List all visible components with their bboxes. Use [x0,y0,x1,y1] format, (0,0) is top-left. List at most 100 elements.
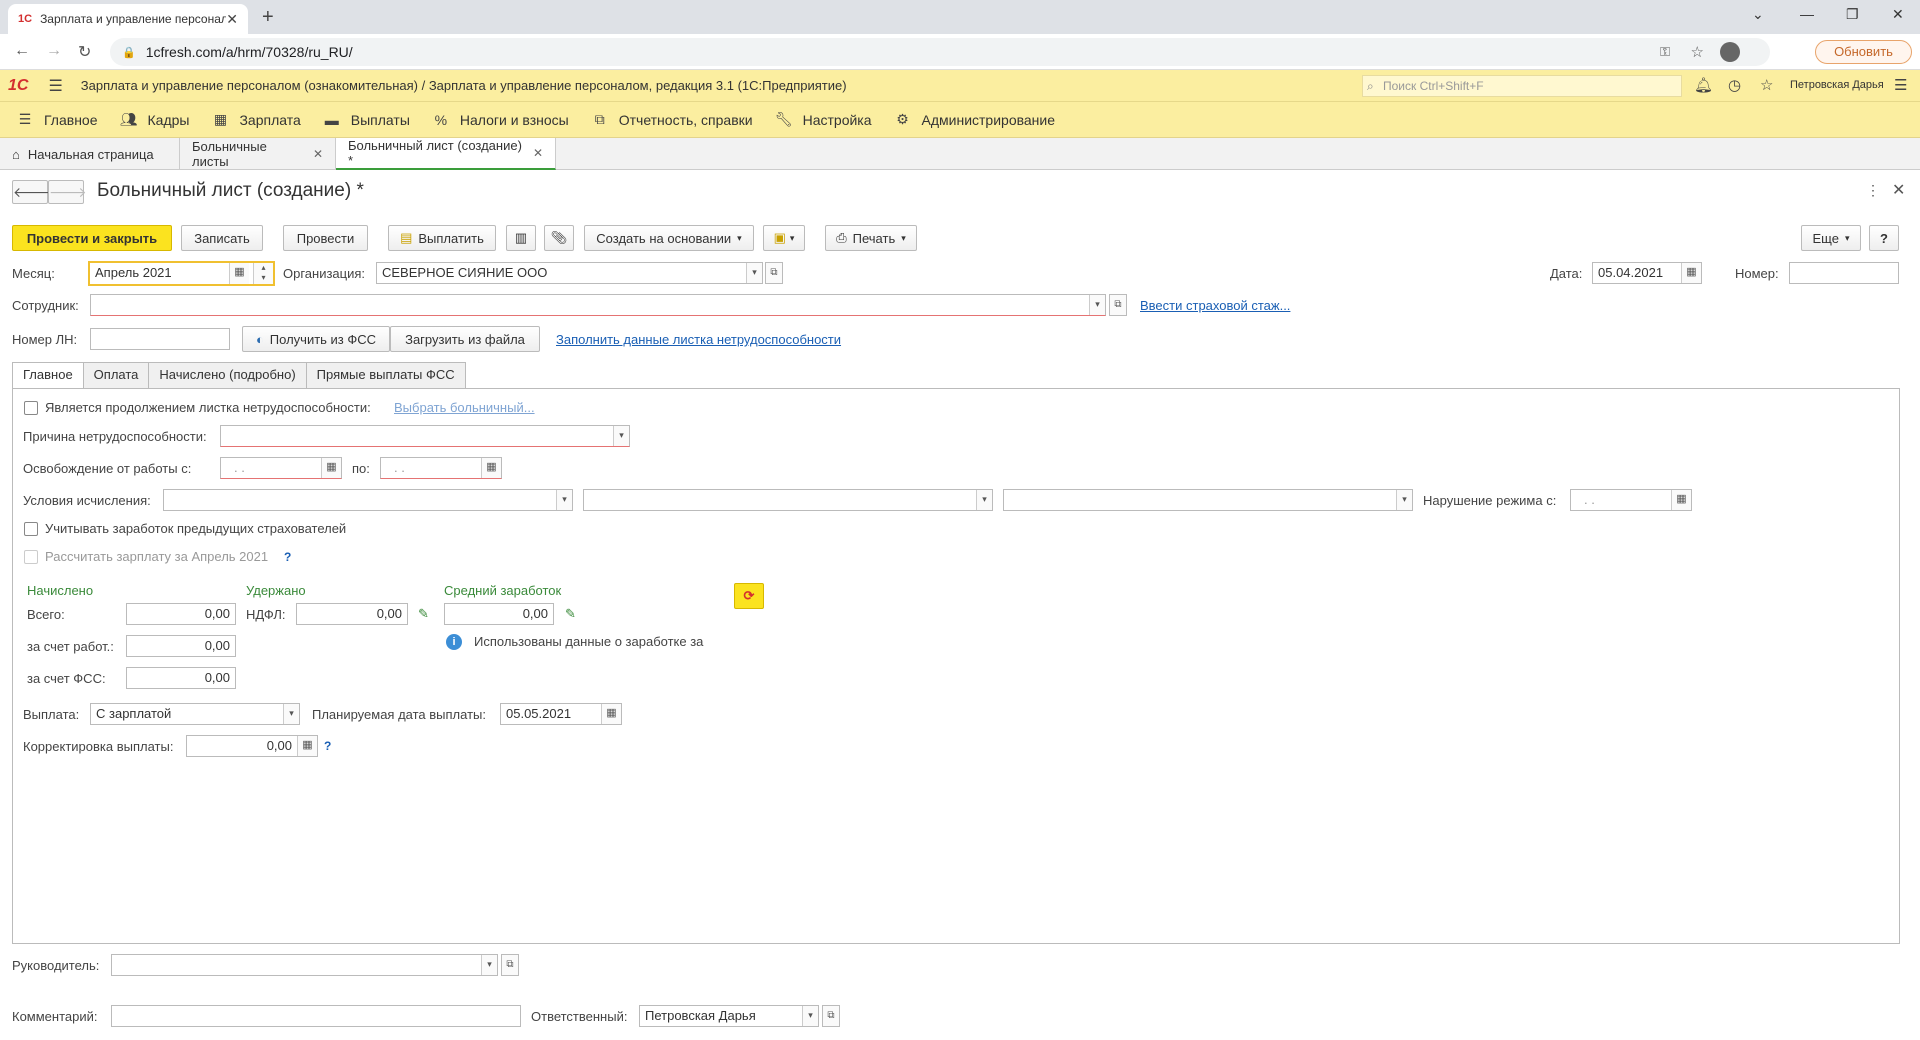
reload-icon[interactable]: ↻ [78,42,91,62]
history-icon[interactable]: ◷ [1728,76,1741,94]
open-icon[interactable]: ⧉ [1109,294,1127,316]
release-from-field[interactable]: . . ▦ [220,457,342,479]
head-field[interactable]: ▾ [111,954,498,976]
help-button[interactable]: ? [1869,225,1899,251]
ln-number-field[interactable] [90,328,230,350]
attach-icon[interactable]: 📎︎ [544,225,574,251]
calendar-icon[interactable]: ▦ [1671,490,1691,510]
register-icon[interactable]: ▥ [506,225,536,251]
more-button[interactable]: Еще ▾ [1801,225,1861,251]
pay-button[interactable]: ▤ Выплатить [388,225,496,251]
print-button[interactable]: ⎙ Печать ▾ [825,225,917,251]
help-question-icon[interactable]: ? [284,550,291,564]
month-field[interactable]: Апрель 2021 ▦ ▴ ▾ [88,261,275,286]
close-window-icon[interactable]: ✕ [1892,6,1904,23]
conditions-field-1[interactable]: ▾ [163,489,573,511]
tab-search-icon[interactable]: ⌄ [1752,6,1764,23]
recalculate-icon[interactable]: ⟳ [734,583,764,609]
forward-icon[interactable]: → [46,42,62,60]
calendar-icon[interactable]: ▦ [601,704,621,724]
calendar-icon[interactable]: ▦ [321,458,341,478]
favorites-star-icon[interactable]: ☆ [1760,76,1773,94]
planned-date-field[interactable]: 05.05.2021 ▦ [500,703,622,725]
menu-item-taxes[interactable]: % Налоги и взносы [432,112,569,128]
date-field[interactable]: 05.04.2021 ▦ [1592,262,1702,284]
main-menu-icon[interactable]: ☰ [48,76,62,96]
correction-field[interactable]: 0,00 ▦ [186,735,318,757]
current-user[interactable]: Петровская Дарья [1790,79,1884,91]
close-form-icon[interactable]: ✕ [1892,180,1905,200]
back-arrow-icon[interactable]: 🡐 [12,180,51,204]
back-icon[interactable]: ← [14,42,30,60]
fss-field[interactable]: 0,00 [126,667,236,689]
payout-field[interactable]: С зарплатой ▾ [90,703,300,725]
key-icon[interactable]: ⚿ [1660,44,1670,60]
stepper-icon[interactable]: ▴ ▾ [253,263,273,284]
insurance-experience-link[interactable]: Ввести страховой стаж... [1140,298,1290,313]
menu-item-main[interactable]: ☰ Главное [16,111,98,128]
menu-item-salary[interactable]: ▦ Зарплата [211,111,301,128]
ndfl-field[interactable]: 0,00 [296,603,408,625]
conditions-field-3[interactable]: ▾ [1003,489,1413,511]
get-from-fss-button[interactable]: ◐ Получить из ФСС [242,326,390,352]
conditions-field-2[interactable]: ▾ [583,489,993,511]
prev-insurers-checkbox[interactable] [24,522,38,536]
menu-item-admin[interactable]: ⚙ Администрирование [894,111,1055,128]
load-from-file-button[interactable]: Загрузить из файла [390,326,540,352]
close-tab-icon[interactable]: ✕ [226,11,238,28]
menu-item-hr[interactable]: 👥︎ Кадры [120,111,190,128]
settings-menu-icon[interactable]: ☰ [1894,76,1907,94]
avg-earnings-field[interactable]: 0,00 [444,603,554,625]
calendar-icon[interactable]: ▦ [1681,263,1701,283]
menu-item-reports[interactable]: ⧉ Отчетность, справки [591,111,753,128]
related-docs-button[interactable]: ▣ ▾ [763,225,805,251]
continuation-checkbox[interactable] [24,401,38,415]
chevron-down-icon[interactable]: ▾ [1089,295,1105,315]
open-icon[interactable]: ⧉ [765,262,783,284]
calendar-icon[interactable]: ▦ [481,458,501,478]
violation-date-field[interactable]: . . ▦ [1570,489,1692,511]
employee-field[interactable]: ▾ [90,294,1106,316]
tab-main[interactable]: Главное [12,362,84,389]
global-search-input[interactable]: ⌕ Поиск Ctrl+Shift+F [1362,75,1682,97]
more-actions-icon[interactable]: ⋮ [1866,182,1880,199]
calc-salary-checkbox[interactable] [24,550,38,564]
chevron-down-icon[interactable]: ▾ [556,490,572,510]
employer-field[interactable]: 0,00 [126,635,236,657]
chevron-down-icon[interactable]: ▾ [802,1006,818,1026]
calendar-icon[interactable]: ▦ [229,263,249,284]
pencil-icon[interactable]: ✎ [418,606,429,622]
open-icon[interactable]: ⧉ [501,954,519,976]
open-icon[interactable]: ⧉ [822,1005,840,1027]
bell-icon[interactable]: 🔔︎ [1694,76,1713,94]
chevron-down-icon[interactable]: ▾ [283,704,299,724]
total-field[interactable]: 0,00 [126,603,236,625]
tab-accrued-detail[interactable]: Начислено (подробно) [148,362,307,388]
tab-home[interactable]: ⌂ Начальная страница [0,138,180,170]
url-field[interactable]: 🔒 1cfresh.com/a/hrm/70328/ru_RU/ ⚿ ☆ [110,38,1770,66]
star-icon[interactable]: ☆ [1691,43,1704,61]
menu-item-payments[interactable]: ▬ Выплаты [323,112,410,128]
create-based-on-button[interactable]: Создать на основании ▾ [584,225,754,251]
tab-sick-leaves[interactable]: Больничные листы ✕ [180,138,336,170]
profile-avatar[interactable] [1720,42,1740,62]
menu-item-settings[interactable]: 🔧︎ Настройка [775,111,872,128]
chevron-down-icon[interactable]: ▾ [1396,490,1412,510]
post-and-close-button[interactable]: Провести и закрыть [12,225,172,251]
chevron-down-icon[interactable]: ▾ [976,490,992,510]
organization-field[interactable]: СЕВЕРНОЕ СИЯНИЕ ООО ▾ [376,262,763,284]
fill-sick-leave-link[interactable]: Заполнить данные листка нетрудоспособнос… [556,332,841,347]
help-question-icon[interactable]: ? [324,739,331,753]
chevron-down-icon[interactable]: ▾ [613,426,629,446]
number-field[interactable] [1789,262,1899,284]
close-icon[interactable]: ✕ [533,146,543,160]
new-tab-icon[interactable]: + [262,6,274,29]
minimize-icon[interactable]: — [1800,6,1814,22]
chevron-down-icon[interactable]: ▾ [746,263,762,283]
comment-field[interactable] [111,1005,521,1027]
chevron-down-icon[interactable]: ▾ [481,955,497,975]
save-button[interactable]: Записать [181,225,263,251]
calculator-icon[interactable]: ▦ [297,736,317,756]
responsible-field[interactable]: Петровская Дарья ▾ [639,1005,819,1027]
tab-fss-direct[interactable]: Прямые выплаты ФСС [305,362,466,388]
